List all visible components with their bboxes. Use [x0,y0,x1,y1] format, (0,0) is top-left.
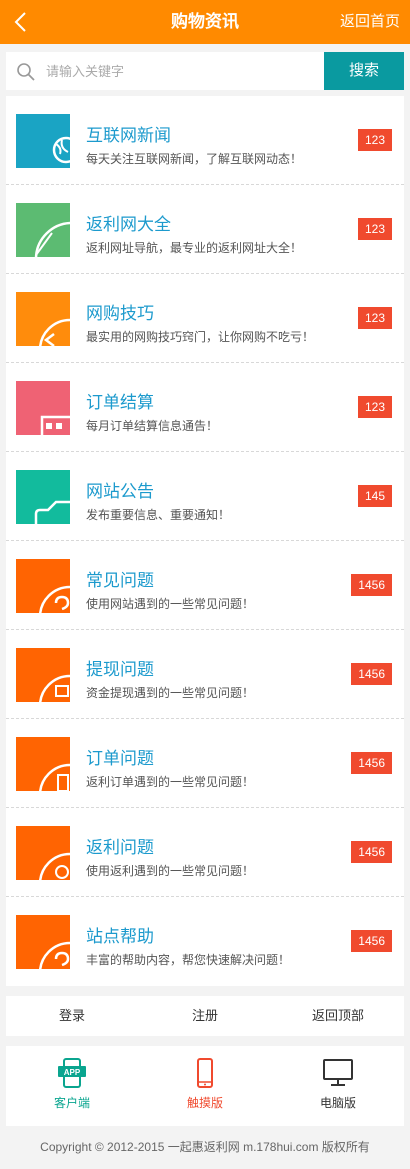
compass-icon [16,203,70,257]
count-badge: 123 [357,129,392,151]
item-title: 网站公告 [86,482,154,501]
search-bar: 搜索 [6,52,404,90]
touch-version-link[interactable]: 触摸版 [139,1058,271,1111]
count-badge: 1456 [351,574,392,596]
register-link[interactable]: 注册 [139,996,271,1036]
item-description: 最实用的网购技巧窍门，让你网购不吃亏！ [86,330,315,344]
pc-label: 电脑版 [319,1096,356,1110]
copyright-text: Copyright © 2012-2015 一起惠返利网 m.178hui.co… [40,1140,370,1154]
item-title: 互联网新闻 [86,126,171,145]
mobile-phone-icon [197,1058,213,1088]
search-input[interactable] [46,56,316,86]
rebate-icon [16,826,70,880]
list-item[interactable]: 网购技巧 最实用的网购技巧窍门，让你网购不吃亏！ 123 [6,274,404,363]
item-title: 常见问题 [86,571,154,590]
top-bar: 购物资讯 返回首页 [0,0,410,44]
list-item[interactable]: 订单结算 每月订单结算信息通告！ 123 [6,363,404,452]
touch-label: 触摸版 [186,1096,223,1110]
count-badge: 123 [357,218,392,240]
item-description: 使用返利遇到的一些常见问题！ [86,864,255,878]
search-button[interactable]: 搜索 [324,52,404,90]
platform-switcher: APP 客户端 触摸版 电脑版 [6,1046,404,1126]
share-icon [16,292,70,346]
search-icon [17,63,35,81]
item-title: 订单问题 [86,749,154,768]
list-item[interactable]: 网站公告 发布重要信息、重要通知！ 145 [6,452,404,541]
back-home-link[interactable]: 返回首页 [340,0,400,44]
withdraw-icon [16,648,70,702]
item-description: 返利订单遇到的一些常见问题！ [86,775,255,789]
client-label: 客户端 [53,1096,90,1110]
count-badge: 1456 [351,930,392,952]
item-title: 返利网大全 [86,215,171,234]
app-phone-icon: APP [58,1058,86,1088]
item-description: 发布重要信息、重要通知！ [86,508,231,522]
item-title: 返利问题 [86,838,154,857]
item-description: 返利网址导航，最专业的返利网址大全！ [86,241,303,255]
help-icon [16,915,70,969]
calculator-icon [16,381,70,435]
count-badge: 123 [357,307,392,329]
monitor-icon [323,1059,353,1086]
footer-links: 登录 注册 返回顶部 [6,996,404,1036]
login-link[interactable]: 登录 [6,996,138,1036]
item-title: 站点帮助 [86,927,154,946]
list-item[interactable]: 站点帮助 丰富的帮助内容，帮您快速解决问题！ 1456 [6,897,404,986]
item-description: 每月订单结算信息通告！ [86,419,219,433]
list-item[interactable]: 返利问题 使用返利遇到的一些常见问题！ 1456 [6,808,404,897]
order-icon [16,737,70,791]
list-item[interactable]: 返利网大全 返利网址导航，最专业的返利网址大全！ 123 [6,185,404,274]
item-description: 资金提现遇到的一些常见问题！ [86,686,255,700]
list-item[interactable]: 互联网新闻 每天关注互联网新闻，了解互联网动态！ 123 [6,96,404,185]
client-version-link[interactable]: APP 客户端 [6,1058,138,1111]
item-title: 订单结算 [86,393,154,412]
list-item[interactable]: 常见问题 使用网站遇到的一些常见问题！ 1456 [6,541,404,630]
list-item[interactable]: 提现问题 资金提现遇到的一些常见问题！ 1456 [6,630,404,719]
list-item[interactable]: 订单问题 返利订单遇到的一些常见问题！ 1456 [6,719,404,808]
count-badge: 1456 [351,841,392,863]
pc-version-link[interactable]: 电脑版 [272,1058,404,1111]
count-badge: 123 [357,396,392,418]
count-badge: 1456 [351,752,392,774]
count-badge: 145 [357,485,392,507]
item-title: 提现问题 [86,660,154,679]
question-icon [16,559,70,613]
count-badge: 1456 [351,663,392,685]
item-description: 每天关注互联网新闻，了解互联网动态！ [86,152,303,166]
item-description: 丰富的帮助内容，帮您快速解决问题！ [86,953,291,967]
notice-icon [16,470,70,524]
app-icon-text: APP [64,1068,81,1077]
item-title: 网购技巧 [86,304,154,323]
item-description: 使用网站遇到的一些常见问题！ [86,597,255,611]
category-list: 互联网新闻 每天关注互联网新闻，了解互联网动态！ 123 返利网大全 返利网址导… [6,96,404,986]
globe-icon [16,114,70,168]
back-to-top-link[interactable]: 返回顶部 [272,996,404,1036]
